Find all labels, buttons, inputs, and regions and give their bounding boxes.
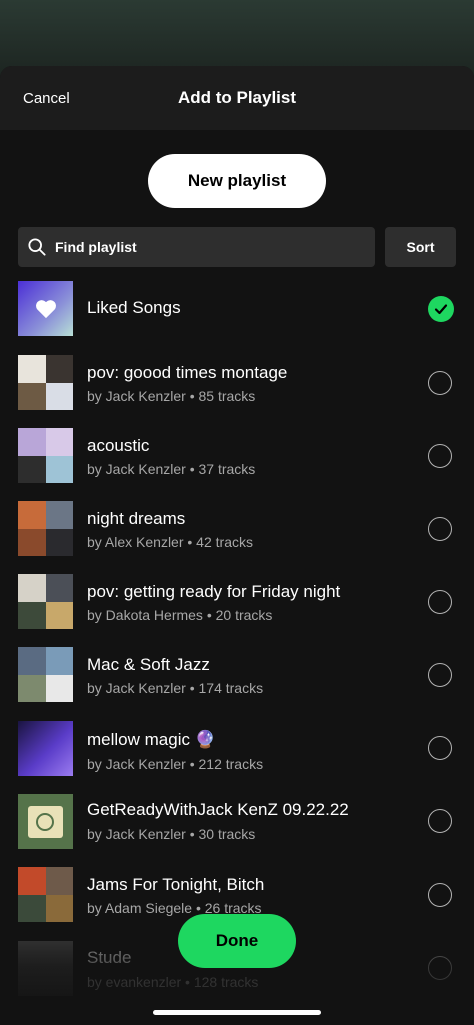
playlist-title: pov: goood times montage — [87, 363, 288, 382]
playlist-title: mellow magic 🔮 — [87, 730, 216, 749]
playlist-cover — [18, 281, 73, 336]
heart-icon — [35, 299, 56, 318]
select-radio[interactable] — [428, 590, 452, 614]
playlist-cover — [18, 574, 73, 629]
playlist-title: pov: getting ready for Friday night — [87, 582, 341, 601]
playlist-subtitle: by Jack Kenzler • 212 tracks — [87, 756, 264, 772]
playlist-title: Stude — [87, 948, 132, 967]
playlist-row-liked-songs[interactable]: Liked Songs — [0, 272, 474, 345]
sheet-title: Add to Playlist — [177, 88, 297, 107]
playlist-title: Mac & Soft Jazz — [87, 655, 210, 674]
playlist-row[interactable]: night dreams by Alex Kenzler • 42 tracks — [0, 493, 474, 566]
sort-button[interactable]: Sort — [385, 227, 456, 267]
playlist-title: Liked Songs — [87, 298, 181, 317]
playlist-row[interactable]: pov: goood times montage by Jack Kenzler… — [0, 347, 474, 420]
select-radio[interactable] — [428, 371, 452, 395]
selected-check-icon[interactable] — [428, 296, 454, 322]
new-playlist-button[interactable]: New playlist — [148, 154, 326, 208]
select-radio[interactable] — [428, 736, 452, 760]
playlist-cover — [18, 721, 73, 776]
select-radio[interactable] — [428, 444, 452, 468]
playlist-cover — [18, 428, 73, 483]
playlist-row[interactable]: pov: getting ready for Friday night by D… — [0, 566, 474, 639]
playlist-cover — [18, 794, 73, 849]
playlist-cover — [18, 647, 73, 702]
search-icon — [28, 238, 46, 256]
select-radio[interactable] — [428, 883, 452, 907]
select-radio[interactable] — [428, 517, 452, 541]
playlist-row[interactable]: Mac & Soft Jazz by Jack Kenzler • 174 tr… — [0, 639, 474, 712]
playlist-cover — [18, 501, 73, 556]
find-playlist-input[interactable]: Find playlist — [18, 227, 375, 267]
playlist-cover — [18, 355, 73, 410]
playlist-title: acoustic — [87, 436, 150, 455]
select-radio[interactable] — [428, 809, 452, 833]
select-radio[interactable] — [428, 663, 452, 687]
checkmark-icon — [434, 304, 448, 315]
playlist-row[interactable]: GetReadyWithJack KenZ 09.22.22 by Jack K… — [0, 786, 474, 859]
playlist-title: GetReadyWithJack KenZ 09.22.22 — [87, 800, 349, 819]
playlist-subtitle: by Jack Kenzler • 37 tracks — [87, 461, 256, 477]
done-button[interactable]: Done — [178, 914, 296, 968]
playlist-subtitle: by Jack Kenzler • 30 tracks — [87, 826, 256, 842]
playlist-title: Jams For Tonight, Bitch — [87, 875, 265, 894]
playlist-subtitle: by Dakota Hermes • 20 tracks — [87, 607, 273, 623]
playlist-subtitle: by Jack Kenzler • 85 tracks — [87, 388, 256, 404]
playlist-subtitle: by Alex Kenzler • 42 tracks — [87, 534, 253, 550]
playlist-title: night dreams — [87, 509, 186, 528]
select-radio[interactable] — [428, 956, 452, 980]
cover-art-icon — [28, 806, 63, 838]
sheet-header: Cancel Add to Playlist — [0, 66, 474, 130]
add-to-playlist-sheet: Cancel Add to Playlist New playlist Find… — [0, 66, 474, 1025]
playlist-subtitle: by Jack Kenzler • 174 tracks — [87, 680, 264, 696]
playlist-subtitle: by evankenzler • 128 tracks — [87, 974, 259, 990]
playlist-row[interactable]: mellow magic 🔮 by Jack Kenzler • 212 tra… — [0, 714, 474, 787]
playlist-cover — [18, 867, 73, 922]
home-indicator — [153, 1010, 321, 1015]
find-playlist-placeholder: Find playlist — [55, 239, 137, 255]
playlist-row[interactable]: acoustic by Jack Kenzler • 37 tracks — [0, 420, 474, 493]
playlist-cover — [18, 941, 73, 996]
